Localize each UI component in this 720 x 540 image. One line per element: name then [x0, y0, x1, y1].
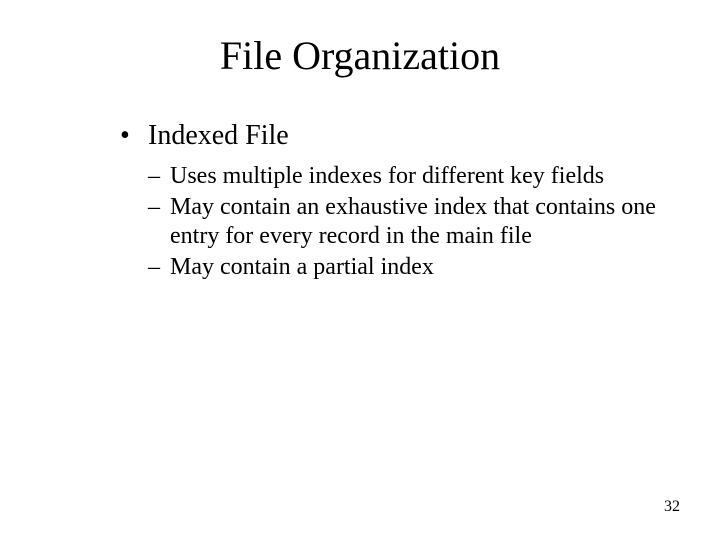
sub-bullet-text: May contain an exhaustive index that con… — [170, 193, 660, 251]
sub-bullet-text: May contain a partial index — [170, 253, 660, 282]
dash-icon: – — [148, 253, 170, 282]
page-number: 32 — [664, 498, 680, 516]
sub-bullet-text: Uses multiple indexes for different key … — [170, 162, 660, 191]
sub-bullet: – Uses multiple indexes for different ke… — [148, 162, 660, 191]
sub-bullets: – Uses multiple indexes for different ke… — [148, 162, 660, 281]
slide: File Organization • Indexed File – Uses … — [0, 0, 720, 540]
bullet-level1: • Indexed File — [120, 120, 660, 152]
sub-bullet: – May contain an exhaustive index that c… — [148, 193, 660, 251]
dash-icon: – — [148, 193, 170, 251]
slide-body: • Indexed File – Uses multiple indexes f… — [120, 120, 660, 283]
bullet-level1-text: Indexed File — [148, 120, 289, 152]
bullet-dot-icon: • — [120, 120, 148, 152]
slide-title: File Organization — [0, 32, 720, 79]
sub-bullet: – May contain a partial index — [148, 253, 660, 282]
dash-icon: – — [148, 162, 170, 191]
